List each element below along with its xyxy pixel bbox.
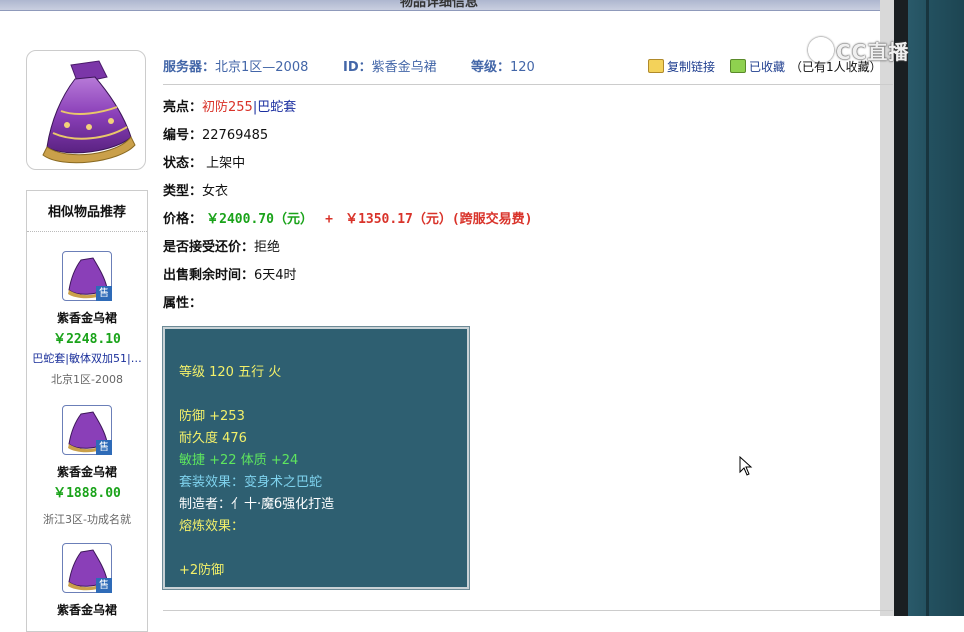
- scrollbar-track[interactable]: [880, 0, 894, 616]
- similar-item-name[interactable]: 紫香金乌裙: [27, 601, 147, 618]
- id-label: ID：: [343, 60, 372, 75]
- copy-link-button[interactable]: 复制链接: [648, 58, 715, 75]
- attr-defense: 防御 +253: [179, 409, 245, 424]
- highlight-set-link[interactable]: 巴蛇套: [257, 100, 296, 115]
- similar-item[interactable]: 售 紫香金乌裙 ￥1888.00 浙江3区-功成名就: [27, 405, 147, 527]
- favorite-label: 已收藏: [749, 60, 786, 74]
- number-label: 编号：: [163, 128, 203, 143]
- price-fee: ￥1350.17（元）(跨服交易费): [345, 212, 533, 227]
- similar-item-thumb[interactable]: 售: [62, 251, 112, 301]
- attr-durability: 耐久度 476: [179, 431, 247, 446]
- side-panel: [908, 0, 964, 616]
- status-row: 状态： 上架中: [163, 152, 245, 171]
- attr-smelt-value: +2防御: [179, 563, 225, 578]
- similar-item[interactable]: 售 紫香金乌裙 ￥2248.10 巴蛇套|敏体双加51|… 北京1区-2008: [27, 251, 147, 387]
- number-value: 22769485: [202, 128, 269, 143]
- price-label: 价格：: [163, 212, 203, 227]
- highlight-row: 亮点：初防255|巴蛇套: [163, 96, 296, 115]
- number-row: 编号：22769485: [163, 124, 268, 143]
- remaining-row: 出售剩余时间：6天4时: [163, 264, 297, 283]
- similar-item-thumb[interactable]: 售: [62, 405, 112, 455]
- type-value: 女衣: [202, 184, 229, 199]
- item-image: [26, 50, 146, 170]
- mouse-cursor-icon: [739, 456, 753, 476]
- favorite-icon: [730, 59, 746, 73]
- level-label: 等级：: [471, 60, 511, 75]
- similar-item[interactable]: 售 紫香金乌裙: [27, 543, 147, 618]
- status-value: 上架中: [202, 156, 246, 171]
- server-value: 北京1区—2008: [215, 60, 309, 75]
- similar-item-server: 浙江3区-功成名就: [43, 513, 131, 526]
- similar-item-thumb[interactable]: 售: [62, 543, 112, 593]
- similar-items-title: 相似物品推荐: [27, 191, 147, 232]
- id-value: 紫香金乌裙: [371, 60, 437, 75]
- sell-badge: 售: [96, 286, 112, 301]
- similar-item-name[interactable]: 紫香金乌裙: [27, 463, 147, 480]
- attr-label: 属性：: [163, 296, 203, 311]
- remaining-value: 6天4时: [254, 268, 297, 283]
- similar-item-price: ￥2248.10: [53, 332, 121, 347]
- similar-items-panel: 相似物品推荐 售 紫香金乌裙 ￥2248.10 巴蛇套|敏体双加51|… 北京1…: [26, 190, 148, 632]
- top-header-bar: 物品详细信息: [0, 0, 894, 11]
- price-plus: +: [325, 212, 333, 227]
- type-label: 类型：: [163, 184, 203, 199]
- server-info: 服务器：北京1区—2008: [163, 56, 308, 75]
- level-value: 120: [510, 60, 535, 75]
- id-info: ID：紫香金乌裙: [343, 56, 437, 75]
- attribute-tooltip: 等级 120 五行 火 防御 +253 耐久度 476 敏捷 +22 体质 +2…: [163, 327, 469, 589]
- bargain-value: 拒绝: [254, 240, 281, 255]
- similar-item-price: ￥1888.00: [53, 486, 121, 501]
- attr-set-effect: 套装效果：变身术之巴蛇: [179, 475, 323, 490]
- attr-maker: 制造者：亻十·魔б强化打造: [179, 497, 335, 512]
- sell-badge: 售: [96, 578, 112, 593]
- highlight-label: 亮点：: [163, 100, 203, 115]
- favorite-count: （已有1人收藏）: [790, 60, 882, 74]
- price-main: ￥2400.70（元）: [206, 212, 313, 227]
- remaining-label: 出售剩余时间：: [163, 268, 255, 283]
- price-row: 价格： ￥2400.70（元） + ￥1350.17（元）(跨服交易费): [163, 208, 533, 227]
- favorite-button[interactable]: 已收藏: [730, 58, 785, 75]
- copy-link-label: 复制链接: [667, 60, 716, 74]
- header-divider: [163, 84, 893, 85]
- similar-item-name[interactable]: 紫香金乌裙: [27, 309, 147, 326]
- skirt-icon: [42, 60, 136, 164]
- bargain-label: 是否接受还价：: [163, 240, 255, 255]
- similar-item-tags[interactable]: 巴蛇套|敏体双加51|…: [27, 350, 147, 366]
- similar-item-server: 北京1区-2008: [51, 373, 123, 386]
- attr-level-element: 等级 120 五行 火: [179, 365, 282, 380]
- copy-link-icon: [648, 59, 664, 73]
- server-label: 服务器：: [163, 60, 216, 75]
- content-divider: [163, 610, 893, 611]
- attr-row: 属性：: [163, 292, 202, 311]
- type-row: 类型：女衣: [163, 180, 228, 199]
- window-border: [894, 0, 908, 616]
- page-top-title: 物品详细信息: [400, 0, 479, 10]
- attr-smelt-label: 熔炼效果：: [179, 519, 245, 534]
- level-info: 等级：120: [471, 56, 535, 75]
- highlight-tag: 初防255: [202, 100, 253, 115]
- bargain-row: 是否接受还价：拒绝: [163, 236, 280, 255]
- status-label: 状态：: [163, 156, 203, 171]
- sell-badge: 售: [96, 440, 112, 455]
- attr-bonus-stats: 敏捷 +22 体质 +24: [179, 453, 299, 468]
